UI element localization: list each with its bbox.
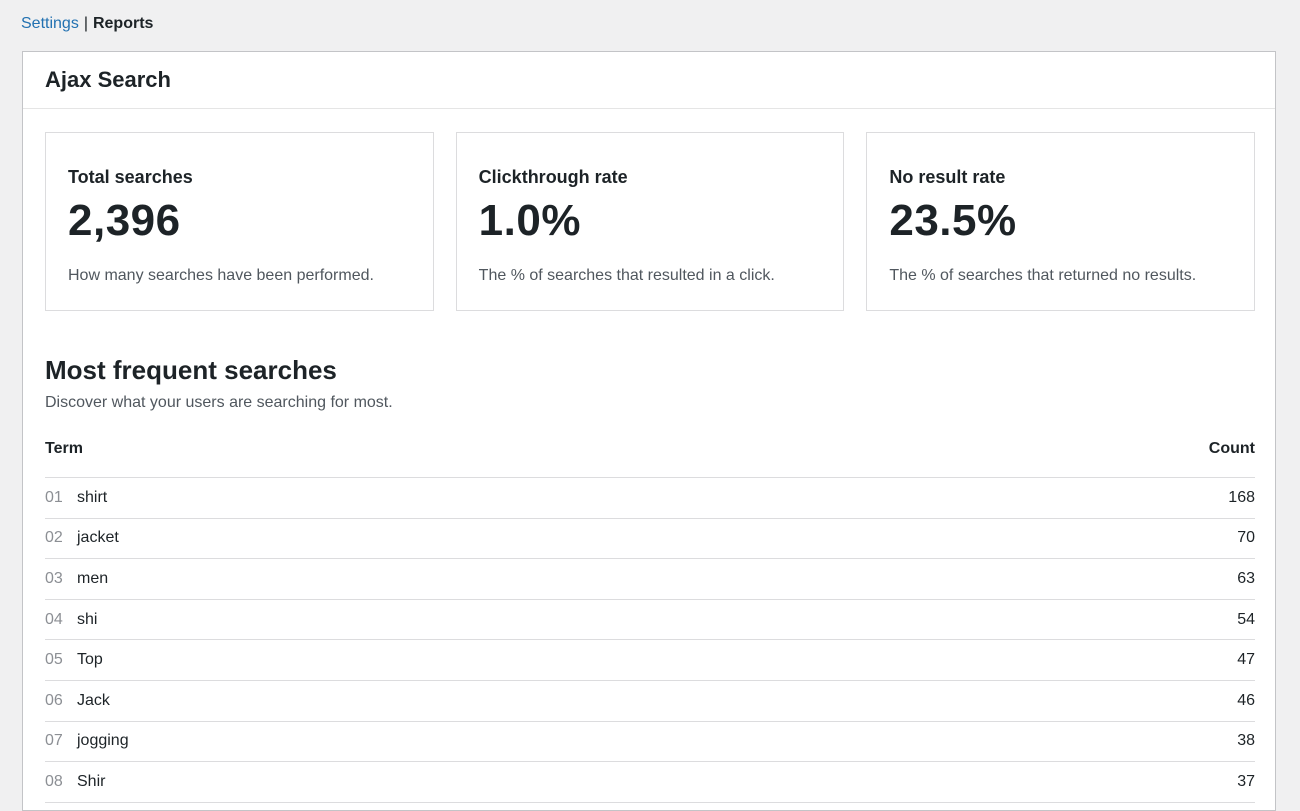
row-term: Jack [77, 691, 110, 709]
stat-card-no-result-rate: No result rate 23.5% The % of searches t… [866, 132, 1256, 311]
stat-description: The % of searches that returned no resul… [889, 267, 1197, 284]
table-row: 01 shirt 168 [45, 478, 1255, 519]
row-term: men [77, 569, 109, 587]
table-row: 03 men 63 [45, 559, 1255, 600]
table-row: 05 Top 47 [45, 640, 1255, 681]
stat-title: No result rate [889, 167, 1006, 187]
panel-title: Ajax Search [45, 67, 171, 92]
row-rank: 05 [45, 651, 63, 669]
table-row: 04 shi 54 [45, 600, 1255, 641]
row-term: jogging [77, 732, 129, 750]
row-rank: 03 [45, 569, 63, 587]
stat-value: 2,396 [68, 196, 181, 245]
row-term: shirt [77, 488, 108, 506]
stat-value: 23.5% [889, 196, 1017, 245]
section-description: Discover what your users are searching f… [45, 394, 393, 411]
row-count: 38 [1237, 732, 1255, 750]
row-count: 63 [1237, 569, 1255, 587]
row-rank: 04 [45, 610, 63, 628]
table-row: 06 Jack 46 [45, 681, 1255, 722]
row-term: jacket [77, 529, 119, 547]
row-rank: 07 [45, 732, 63, 750]
stats-cards: Total searches 2,396 How many searches h… [45, 132, 1256, 311]
section-title: Most frequent searches [45, 355, 337, 385]
searches-table: Term Count 01 shirt 168 02 jacket 70 03 … [45, 438, 1255, 803]
row-count: 47 [1237, 651, 1255, 669]
row-count: 70 [1237, 529, 1255, 547]
stat-description: The % of searches that resulted in a cli… [478, 267, 775, 284]
stat-description: How many searches have been performed. [68, 267, 374, 284]
stat-card-total-searches: Total searches 2,396 How many searches h… [45, 132, 434, 311]
table-row: 08 Shir 37 [45, 762, 1255, 803]
table-row: 02 jacket 70 [45, 519, 1255, 560]
row-count: 46 [1237, 691, 1255, 709]
stat-card-clickthrough-rate: Clickthrough rate 1.0% The % of searches… [455, 132, 845, 311]
row-term: Top [77, 651, 103, 669]
most-frequent-searches-section: Most frequent searches Discover what you… [45, 352, 1255, 803]
breadcrumb: Settings | Reports [21, 14, 153, 34]
row-rank: 01 [45, 488, 63, 506]
ajax-search-panel: Ajax Search Total searches 2,396 How man… [22, 51, 1276, 811]
breadcrumb-separator: | [83, 15, 88, 32]
table-header: Term Count [45, 438, 1255, 478]
row-term: shi [77, 610, 98, 628]
row-rank: 06 [45, 691, 63, 709]
stat-value: 1.0% [478, 196, 581, 245]
stat-title: Clickthrough rate [478, 167, 628, 187]
row-count: 54 [1237, 610, 1255, 628]
reports-current: Reports [92, 15, 154, 32]
row-count: 168 [1228, 488, 1255, 506]
row-term: Shir [77, 772, 106, 790]
column-header-term: Term [45, 440, 83, 457]
row-count: 37 [1237, 772, 1255, 790]
row-rank: 08 [45, 772, 63, 790]
settings-link[interactable]: Settings [21, 15, 79, 32]
stat-title: Total searches [68, 167, 193, 187]
row-rank: 02 [45, 529, 63, 547]
column-header-count: Count [1208, 440, 1255, 457]
table-row: 07 jogging 38 [45, 722, 1255, 763]
panel-header: Ajax Search [23, 52, 1275, 109]
